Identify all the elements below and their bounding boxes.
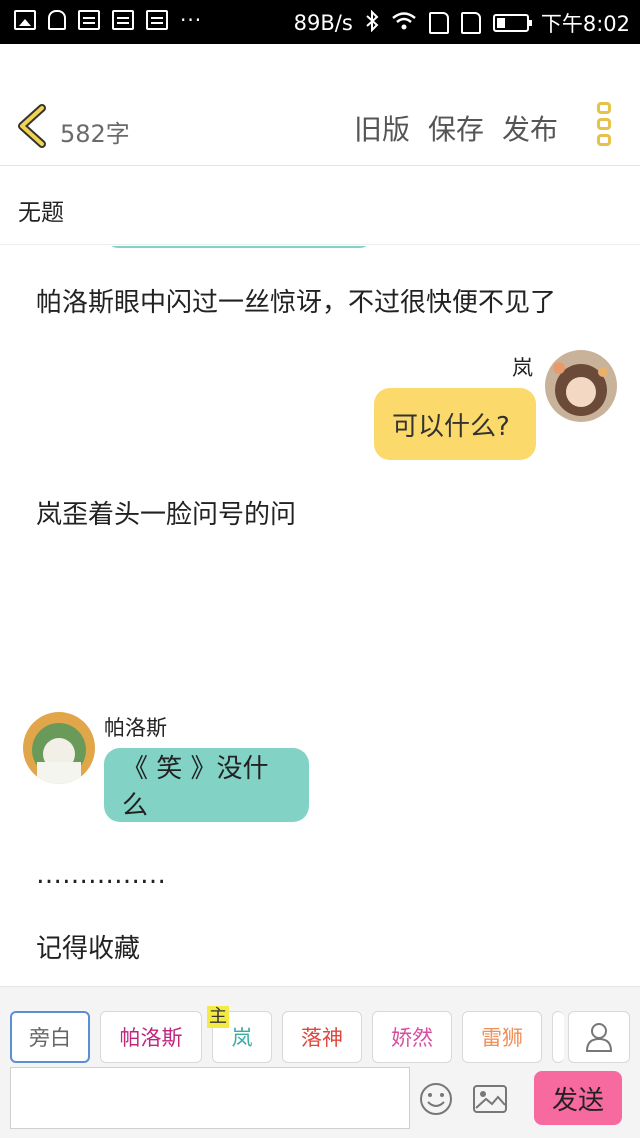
- character-chip[interactable]: 落神: [282, 1011, 362, 1063]
- back-button[interactable]: [14, 104, 50, 148]
- narration-line[interactable]: 记得收藏: [36, 928, 140, 965]
- user-icon: [585, 1023, 613, 1052]
- publish-button[interactable]: 发布: [502, 108, 558, 148]
- net-speed: 89B/s: [293, 11, 353, 35]
- character-label: 岚: [231, 1026, 253, 1050]
- character-label: 帕洛斯: [119, 1026, 183, 1050]
- old-version-button[interactable]: 旧版: [354, 108, 410, 148]
- keyboard-icon: [146, 10, 168, 30]
- image-icon: [14, 10, 36, 30]
- bell-icon: [48, 10, 66, 30]
- character-chip[interactable]: 雷狮: [462, 1011, 542, 1063]
- add-character-button[interactable]: [568, 1011, 630, 1063]
- sim-card-icon: [428, 12, 449, 34]
- narration-line[interactable]: 岚歪着头一脸问号的问: [36, 494, 296, 531]
- character-label: 娇然: [391, 1026, 433, 1050]
- character-chip[interactable]: 帕洛斯: [100, 1011, 202, 1063]
- word-count: 582字: [60, 120, 130, 148]
- send-button[interactable]: 发送: [534, 1071, 622, 1125]
- character-chip-partial[interactable]: [552, 1011, 564, 1063]
- character-chip[interactable]: 娇然: [372, 1011, 452, 1063]
- chevron-left-icon: [18, 104, 46, 148]
- status-bar: ··· 89B/s 下午8:02: [0, 0, 640, 44]
- chat-bubble[interactable]: 《 笑 》没什么: [104, 748, 309, 822]
- more-notifications: ···: [180, 8, 203, 32]
- speaker-name: 岚: [512, 356, 533, 380]
- battery-icon: [492, 14, 532, 32]
- editor-header: 582字 旧版 保存 发布: [0, 44, 640, 166]
- story-content[interactable]: 帕洛斯眼中闪过一丝惊讶，不过很快便不见了 岚 可以什么? 岚歪着头一脸问号的问 …: [0, 246, 640, 986]
- status-bar-left: ···: [14, 10, 202, 30]
- keyboard-icon: [78, 10, 100, 30]
- save-button[interactable]: 保存: [428, 108, 484, 148]
- message-input[interactable]: [10, 1067, 410, 1129]
- narration-line[interactable]: ……………: [36, 860, 166, 890]
- character-label: 雷狮: [481, 1026, 523, 1050]
- clock: 下午8:02: [540, 12, 630, 36]
- character-label: 旁白: [29, 1026, 71, 1050]
- main-character-badge: 主: [207, 1006, 229, 1028]
- more-menu-icon[interactable]: [594, 102, 614, 154]
- avatar: [545, 350, 617, 422]
- chat-bubble[interactable]: 可以什么?: [374, 388, 536, 460]
- title-bar[interactable]: 无题: [0, 167, 640, 245]
- narration-line[interactable]: 帕洛斯眼中闪过一丝惊讶，不过很快便不见了: [36, 282, 556, 319]
- sim-card-icon: [460, 12, 481, 34]
- image-icon: [473, 1085, 507, 1113]
- character-chip-narrator[interactable]: 旁白: [10, 1011, 90, 1063]
- keyboard-icon: [112, 10, 134, 30]
- bluetooth-icon: [365, 9, 379, 37]
- character-label: 落神: [301, 1026, 343, 1050]
- insert-image-button[interactable]: [472, 1083, 508, 1115]
- composer-bar: 旁白 帕洛斯 主 岚 落神 娇然 雷狮 发送: [0, 986, 640, 1138]
- smiley-icon: [420, 1083, 452, 1115]
- wifi-icon: [391, 11, 417, 36]
- story-title[interactable]: 无题: [18, 193, 64, 227]
- speaker-name: 帕洛斯: [104, 716, 167, 740]
- status-bar-right: 89B/s 下午8:02: [294, 8, 630, 38]
- character-chip[interactable]: 主 岚: [207, 1006, 272, 1063]
- emoji-button[interactable]: [418, 1081, 454, 1117]
- avatar: [23, 712, 95, 784]
- previous-bubble-edge: [106, 246, 372, 248]
